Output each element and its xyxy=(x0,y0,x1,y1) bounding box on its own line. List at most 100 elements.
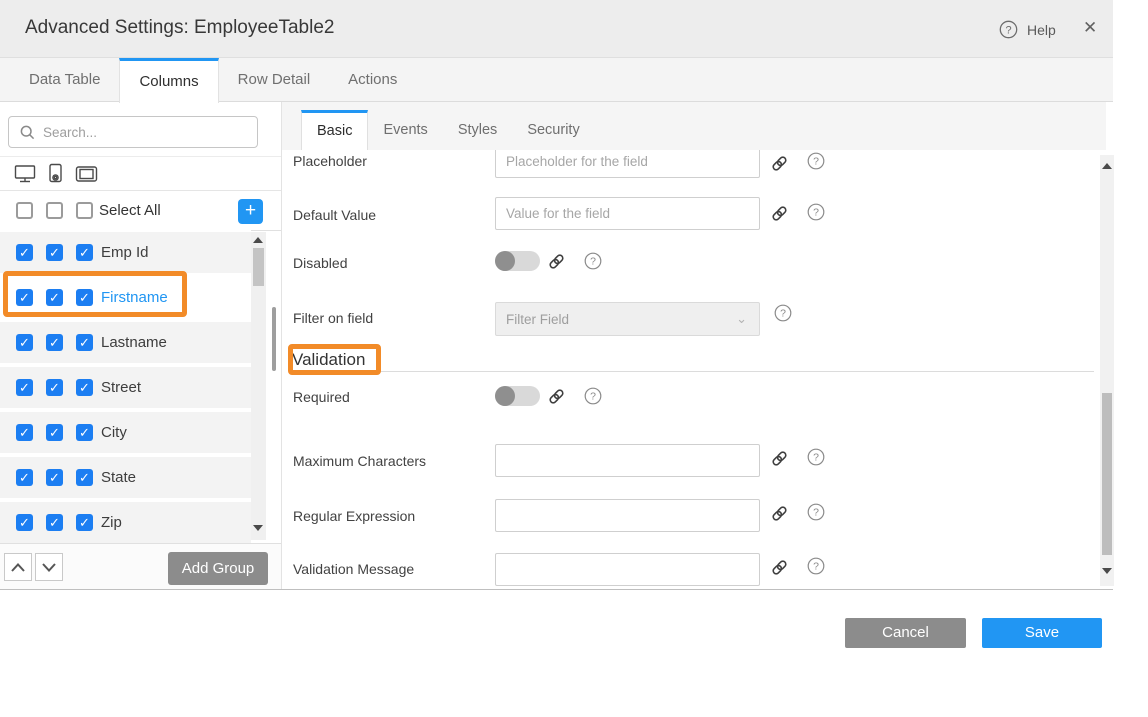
scrollbar-thumb[interactable] xyxy=(253,248,264,286)
scroll-down-icon[interactable] xyxy=(253,525,263,531)
checkbox-checked[interactable] xyxy=(16,379,33,396)
help-circle-icon[interactable]: ? xyxy=(807,203,825,221)
move-down-button[interactable] xyxy=(35,553,63,581)
tab-row-detail[interactable]: Row Detail xyxy=(219,58,330,101)
svg-text:?: ? xyxy=(813,507,819,519)
checkbox-checked[interactable] xyxy=(16,244,33,261)
select-all-checkbox-mobile[interactable] xyxy=(46,202,63,219)
checkbox-checked[interactable] xyxy=(16,424,33,441)
toggle-knob xyxy=(495,386,515,406)
close-icon[interactable]: ✕ xyxy=(1083,18,1097,38)
help-button[interactable]: ? Help xyxy=(999,20,1056,39)
scroll-up-icon[interactable] xyxy=(1102,163,1112,169)
column-row-city[interactable]: City xyxy=(0,412,251,453)
help-label: Help xyxy=(1027,22,1056,38)
form-scrollbar[interactable] xyxy=(1100,155,1114,586)
checkbox-checked[interactable] xyxy=(76,469,93,486)
checkbox-checked[interactable] xyxy=(16,469,33,486)
help-circle-icon[interactable]: ? xyxy=(584,387,602,405)
save-button[interactable]: Save xyxy=(982,618,1102,648)
mobile-icon[interactable] xyxy=(47,163,64,184)
disabled-toggle[interactable] xyxy=(495,251,540,271)
tablet-icon[interactable] xyxy=(75,165,98,183)
help-circle-icon[interactable]: ? xyxy=(807,557,825,575)
form-content: Placeholder ? Default Value ? Disabled xyxy=(282,150,1098,590)
help-circle-icon[interactable]: ? xyxy=(807,448,825,466)
select-all-checkbox-desktop[interactable] xyxy=(16,202,33,219)
link-icon[interactable] xyxy=(771,155,788,172)
default-value-input[interactable] xyxy=(495,197,760,230)
help-circle-icon[interactable]: ? xyxy=(807,503,825,521)
link-icon[interactable] xyxy=(771,559,788,576)
scroll-down-icon[interactable] xyxy=(1102,568,1112,574)
required-toggle[interactable] xyxy=(495,386,540,406)
checkbox-checked[interactable] xyxy=(16,334,33,351)
help-circle-icon[interactable]: ? xyxy=(774,304,792,322)
svg-text:?: ? xyxy=(813,156,819,168)
checkbox-checked[interactable] xyxy=(46,244,63,261)
checkbox-checked[interactable] xyxy=(16,514,33,531)
checkbox-checked[interactable] xyxy=(46,289,63,306)
tab-security[interactable]: Security xyxy=(512,110,594,150)
column-label: Lastname xyxy=(101,334,167,351)
tab-basic[interactable]: Basic xyxy=(301,110,368,151)
chevron-up-icon xyxy=(11,563,25,572)
form-tabbar: Basic Events Styles Security xyxy=(282,102,1106,150)
column-row-zip[interactable]: Zip xyxy=(0,502,251,543)
field-label-default-value: Default Value xyxy=(293,207,376,223)
column-row-firstname[interactable]: Firstname xyxy=(0,277,251,318)
panel-divider-scroll-thumb[interactable] xyxy=(272,307,276,371)
filter-field-select[interactable]: Filter Field ⌄ xyxy=(495,302,760,336)
maximum-characters-input[interactable] xyxy=(495,444,760,477)
link-icon[interactable] xyxy=(771,205,788,222)
checkbox-checked[interactable] xyxy=(76,514,93,531)
search-section xyxy=(0,102,281,157)
desktop-icon[interactable] xyxy=(14,164,36,184)
cancel-button[interactable]: Cancel xyxy=(845,618,966,648)
tab-data-table[interactable]: Data Table xyxy=(10,58,119,101)
tab-actions[interactable]: Actions xyxy=(329,58,416,101)
checkbox-checked[interactable] xyxy=(76,334,93,351)
column-row-street[interactable]: Street xyxy=(0,367,251,408)
scrollbar-thumb[interactable] xyxy=(1102,393,1112,555)
tab-styles[interactable]: Styles xyxy=(443,110,513,150)
checkbox-checked[interactable] xyxy=(46,469,63,486)
validation-message-input[interactable] xyxy=(495,553,760,586)
checkbox-checked[interactable] xyxy=(16,289,33,306)
link-icon[interactable] xyxy=(771,450,788,467)
checkbox-checked[interactable] xyxy=(76,289,93,306)
field-label-required: Required xyxy=(293,389,350,405)
column-row-emp-id[interactable]: Emp Id xyxy=(0,232,251,273)
link-icon[interactable] xyxy=(548,388,565,405)
help-circle-icon[interactable]: ? xyxy=(807,152,825,170)
field-label-regular-expression: Regular Expression xyxy=(293,508,415,524)
checkbox-checked[interactable] xyxy=(46,424,63,441)
select-all-checkbox-tablet[interactable] xyxy=(76,202,93,219)
checkbox-checked[interactable] xyxy=(46,379,63,396)
scroll-up-icon[interactable] xyxy=(253,237,263,243)
checkbox-checked[interactable] xyxy=(76,244,93,261)
link-icon[interactable] xyxy=(548,253,565,270)
regular-expression-input[interactable] xyxy=(495,499,760,532)
link-icon[interactable] xyxy=(771,505,788,522)
add-column-button[interactable]: + xyxy=(238,199,263,224)
tab-columns[interactable]: Columns xyxy=(119,58,218,103)
column-list-scrollbar[interactable] xyxy=(251,232,266,540)
section-title-validation: Validation xyxy=(292,350,365,370)
column-label: State xyxy=(101,469,136,486)
add-group-button[interactable]: Add Group xyxy=(168,552,268,585)
placeholder-input[interactable] xyxy=(495,150,760,178)
checkbox-checked[interactable] xyxy=(76,379,93,396)
main-tabbar: Data Table Columns Row Detail Actions xyxy=(0,58,1113,102)
column-row-state[interactable]: State xyxy=(0,457,251,498)
checkbox-checked[interactable] xyxy=(76,424,93,441)
help-circle-icon[interactable]: ? xyxy=(584,252,602,270)
tab-events[interactable]: Events xyxy=(368,110,442,150)
checkbox-checked[interactable] xyxy=(46,334,63,351)
chevron-down-icon: ⌄ xyxy=(736,311,747,327)
search-input[interactable] xyxy=(43,125,257,140)
column-row-lastname[interactable]: Lastname xyxy=(0,322,251,363)
move-up-button[interactable] xyxy=(4,553,32,581)
checkbox-checked[interactable] xyxy=(46,514,63,531)
field-label-placeholder: Placeholder xyxy=(293,153,367,169)
